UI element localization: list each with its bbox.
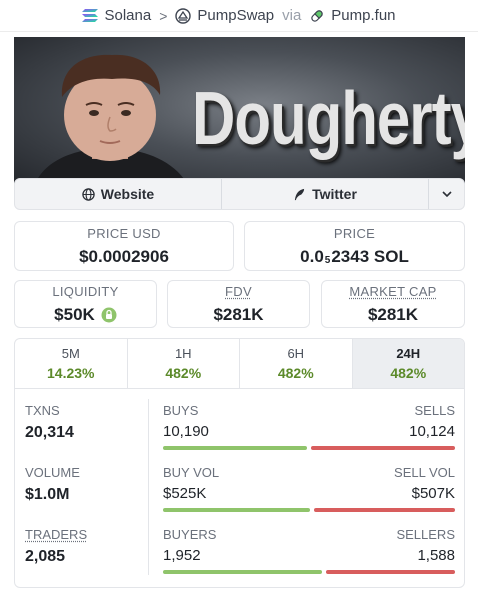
buys-bar bbox=[163, 446, 308, 450]
sell-vol-label: SELL VOL bbox=[394, 465, 455, 480]
volume-stat: VOLUME $1.0M bbox=[25, 465, 80, 504]
tab-label: 5M bbox=[61, 346, 80, 361]
volume-value: $1.0M bbox=[25, 486, 70, 503]
stats-divider bbox=[148, 399, 149, 575]
breadcrumb-chain-label: Solana bbox=[104, 7, 152, 24]
price-usd-card: PRICE USD $0.0002906 bbox=[14, 221, 234, 271]
timeframe-panel: 5M 14.23% 1H 482% 6H 482% 24H 482% TXNS … bbox=[14, 338, 465, 588]
liquidity-value: $50K bbox=[54, 304, 95, 324]
breadcrumb-launchpad[interactable]: Pump.fun bbox=[309, 7, 396, 24]
breadcrumb-launchpad-label: Pump.fun bbox=[331, 7, 396, 24]
chevron-right-icon: > bbox=[159, 7, 168, 24]
breadcrumb-dex[interactable]: PumpSwap bbox=[175, 7, 274, 24]
buyers-label: BUYERS bbox=[163, 527, 217, 542]
tab-6h[interactable]: 6H 482% bbox=[240, 339, 353, 388]
buyers-sellers-stat: BUYERS SELLERS 1,952 1,588 bbox=[163, 527, 455, 574]
feather-icon bbox=[293, 188, 306, 201]
sell-vol-bar bbox=[313, 508, 455, 512]
pill-icon bbox=[309, 8, 325, 24]
banner-title: Dougherty bbox=[192, 76, 465, 160]
sellers-label: SELLERS bbox=[396, 527, 455, 542]
website-button[interactable]: Website bbox=[15, 179, 221, 209]
twitter-label: Twitter bbox=[312, 186, 357, 202]
tab-change: 482% bbox=[277, 365, 314, 381]
buyers-sellers-bar bbox=[163, 570, 455, 574]
buy-sell-volume-bar bbox=[163, 508, 455, 512]
fdv-card: FDV $281K bbox=[167, 280, 310, 328]
price-usd-label: PRICE USD bbox=[87, 225, 161, 241]
sell-vol-value: $507K bbox=[411, 485, 455, 502]
buys-label: BUYS bbox=[163, 403, 199, 418]
tab-change: 14.23% bbox=[47, 365, 95, 381]
price-sol-prefix: 0.0 bbox=[300, 246, 324, 266]
tab-label: 1H bbox=[174, 346, 192, 361]
tab-1h[interactable]: 1H 482% bbox=[128, 339, 240, 388]
fdv-value: $281K bbox=[213, 304, 264, 324]
solana-icon bbox=[82, 9, 99, 22]
token-banner: Dougherty bbox=[14, 37, 465, 187]
market-cap-card: MARKET CAP $281K bbox=[321, 280, 465, 328]
breadcrumb-dex-label: PumpSwap bbox=[197, 7, 275, 24]
buy-vol-value: $525K bbox=[163, 485, 207, 502]
tab-label: 24H bbox=[396, 346, 421, 361]
txns-label: TXNS bbox=[25, 403, 60, 418]
twitter-button[interactable]: Twitter bbox=[221, 179, 428, 209]
pumpswap-icon bbox=[175, 7, 192, 24]
traders-label[interactable]: TRADERS bbox=[25, 527, 87, 542]
more-links-button[interactable] bbox=[428, 179, 464, 209]
price-usd-value: $0.0002906 bbox=[79, 246, 169, 266]
tab-5m[interactable]: 5M 14.23% bbox=[15, 339, 128, 388]
lock-icon[interactable] bbox=[101, 307, 117, 323]
price-sol-card: PRICE 0.0 5 2343 SOL bbox=[244, 221, 465, 271]
liquidity-value-row: $50K bbox=[54, 305, 117, 325]
breadcrumb: Solana > PumpSwap via Pump.fun bbox=[0, 0, 478, 32]
buys-value: 10,190 bbox=[163, 423, 209, 440]
sells-bar bbox=[311, 446, 455, 450]
buyers-bar bbox=[163, 570, 322, 574]
txns-stat: TXNS 20,314 bbox=[25, 403, 74, 442]
timeframe-tabs: 5M 14.23% 1H 482% 6H 482% 24H 482% bbox=[15, 339, 464, 389]
volume-label: VOLUME bbox=[25, 465, 80, 480]
buy-sell-volume-stat: BUY VOL SELL VOL $525K $507K bbox=[163, 465, 455, 512]
website-label: Website bbox=[100, 186, 155, 202]
fdv-label[interactable]: FDV bbox=[225, 284, 252, 299]
tab-change: 482% bbox=[165, 365, 202, 381]
chevron-down-icon bbox=[441, 191, 452, 197]
price-sol-value: 0.0 5 2343 SOL bbox=[300, 247, 409, 267]
price-sol-digits: 2343 SOL bbox=[331, 246, 409, 266]
tab-24h[interactable]: 24H 482% bbox=[352, 339, 464, 388]
traders-value: 2,085 bbox=[25, 548, 66, 565]
liquidity-card: LIQUIDITY $50K bbox=[14, 280, 157, 328]
sells-value: 10,124 bbox=[409, 423, 455, 440]
breadcrumb-via: via bbox=[282, 7, 302, 24]
buys-sells-stat: BUYS SELLS 10,190 10,124 bbox=[163, 403, 455, 450]
market-cap-value: $281K bbox=[367, 304, 419, 324]
sellers-bar bbox=[325, 570, 455, 574]
liquidity-label: LIQUIDITY bbox=[52, 283, 119, 299]
market-cap-label[interactable]: MARKET CAP bbox=[349, 284, 436, 299]
price-sol-zero-count: 5 bbox=[324, 255, 331, 266]
buy-vol-bar bbox=[163, 508, 310, 512]
txns-value: 20,314 bbox=[25, 424, 74, 441]
breadcrumb-chain[interactable]: Solana bbox=[82, 7, 151, 24]
globe-icon bbox=[82, 187, 95, 201]
traders-stat: TRADERS 2,085 bbox=[25, 527, 87, 566]
buys-sells-bar bbox=[163, 446, 455, 450]
price-sol-label: PRICE bbox=[333, 225, 376, 241]
buy-vol-label: BUY VOL bbox=[163, 465, 220, 480]
sells-label: SELLS bbox=[414, 403, 455, 418]
links-bar: Website Twitter bbox=[14, 178, 465, 210]
sellers-value: 1,588 bbox=[417, 547, 455, 564]
tab-change: 482% bbox=[390, 365, 427, 381]
buyers-value: 1,952 bbox=[163, 547, 201, 564]
tab-label: 6H bbox=[287, 346, 305, 361]
